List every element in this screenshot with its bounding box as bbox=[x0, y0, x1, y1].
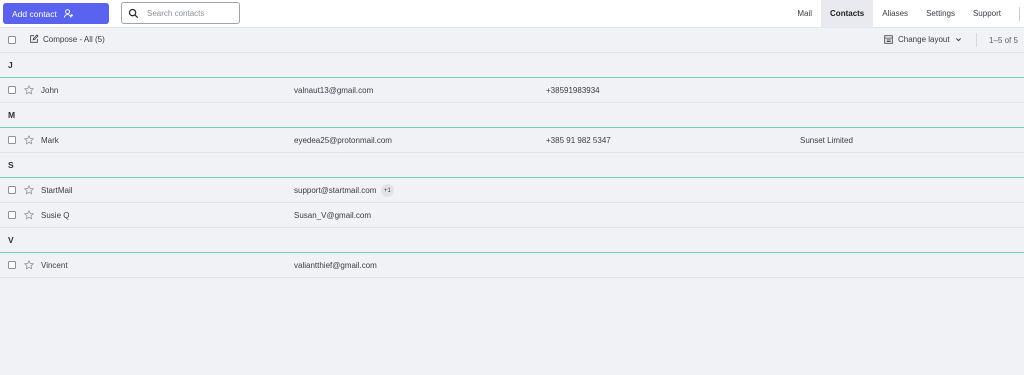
add-contact-button[interactable]: Add contact bbox=[3, 3, 109, 24]
search-box[interactable] bbox=[121, 2, 240, 24]
pagination-range: 1–5 of 5 bbox=[989, 36, 1018, 45]
star-icon[interactable] bbox=[24, 185, 34, 195]
nav-support[interactable]: Support bbox=[964, 0, 1010, 27]
group-header: S bbox=[0, 153, 1024, 178]
contact-name: John bbox=[41, 86, 59, 95]
group-letter: V bbox=[8, 235, 14, 245]
top-nav: Mail Contacts Aliases Settings Support bbox=[788, 0, 1024, 27]
compose-all-button[interactable]: Compose - All (5) bbox=[29, 34, 105, 44]
add-user-icon bbox=[63, 9, 73, 18]
contact-email: valiantthief@gmail.com bbox=[294, 261, 377, 270]
nav-settings[interactable]: Settings bbox=[917, 0, 964, 27]
layout-icon bbox=[884, 35, 893, 44]
contact-name: Vincent bbox=[41, 261, 68, 270]
group-header: M bbox=[0, 103, 1024, 128]
top-bar: Add contact Mail Contacts Aliases Settin… bbox=[0, 0, 1024, 28]
star-icon[interactable] bbox=[24, 85, 34, 95]
group-header: V bbox=[0, 228, 1024, 253]
change-layout-button[interactable]: Change layout bbox=[884, 35, 962, 44]
contact-row[interactable]: StartMail support@startmail.com +1 bbox=[0, 178, 1024, 203]
contact-name: StartMail bbox=[41, 186, 73, 195]
contact-email: valnaut13@gmail.com bbox=[294, 86, 374, 95]
toolbar-divider bbox=[976, 33, 977, 47]
search-icon bbox=[128, 8, 139, 18]
search-input[interactable] bbox=[147, 8, 235, 18]
contact-row[interactable]: Susie Q Susan_V@gmail.com bbox=[0, 203, 1024, 228]
select-all-checkbox[interactable] bbox=[8, 36, 16, 44]
group-letter: M bbox=[8, 110, 16, 120]
star-icon[interactable] bbox=[24, 135, 34, 145]
nav-contacts[interactable]: Contacts bbox=[821, 0, 874, 27]
contact-row[interactable]: Vincent valiantthief@gmail.com bbox=[0, 253, 1024, 278]
contact-name: Susie Q bbox=[41, 211, 70, 220]
row-checkbox[interactable] bbox=[8, 261, 16, 269]
add-contact-label: Add contact bbox=[12, 8, 57, 19]
row-checkbox[interactable] bbox=[8, 136, 16, 144]
compose-icon bbox=[30, 34, 39, 43]
contact-email: Susan_V@gmail.com bbox=[294, 211, 372, 220]
row-checkbox[interactable] bbox=[8, 211, 16, 219]
nav-mail[interactable]: Mail bbox=[788, 0, 821, 27]
contact-row[interactable]: Mark eyedea25@protonmail.com +385 91 982… bbox=[0, 128, 1024, 153]
contact-email: support@startmail.com bbox=[294, 186, 377, 195]
group-letter: J bbox=[8, 60, 13, 70]
contact-company: Sunset Limited bbox=[800, 136, 853, 145]
star-icon[interactable] bbox=[24, 210, 34, 220]
contact-list: J John valnaut13@gmail.com +38591983934 … bbox=[0, 53, 1024, 278]
contact-phone: +385 91 982 5347 bbox=[546, 136, 611, 145]
group-header: J bbox=[0, 53, 1024, 78]
contact-row[interactable]: John valnaut13@gmail.com +38591983934 bbox=[0, 78, 1024, 103]
nav-aliases[interactable]: Aliases bbox=[873, 0, 917, 27]
star-icon[interactable] bbox=[24, 260, 34, 270]
chevron-down-icon bbox=[955, 38, 961, 42]
contact-phone: +38591983934 bbox=[546, 86, 600, 95]
compose-label: Compose - All (5) bbox=[43, 34, 105, 44]
contact-name: Mark bbox=[41, 136, 59, 145]
row-checkbox[interactable] bbox=[8, 86, 16, 94]
extra-emails-badge: +1 bbox=[381, 184, 394, 197]
contact-email: eyedea25@protonmail.com bbox=[294, 136, 392, 145]
list-toolbar: Compose - All (5) Change layout 1–5 of 5 bbox=[0, 28, 1024, 53]
nav-divider bbox=[1019, 7, 1020, 21]
group-letter: S bbox=[8, 160, 14, 170]
row-checkbox[interactable] bbox=[8, 186, 16, 194]
change-layout-label: Change layout bbox=[898, 35, 950, 44]
